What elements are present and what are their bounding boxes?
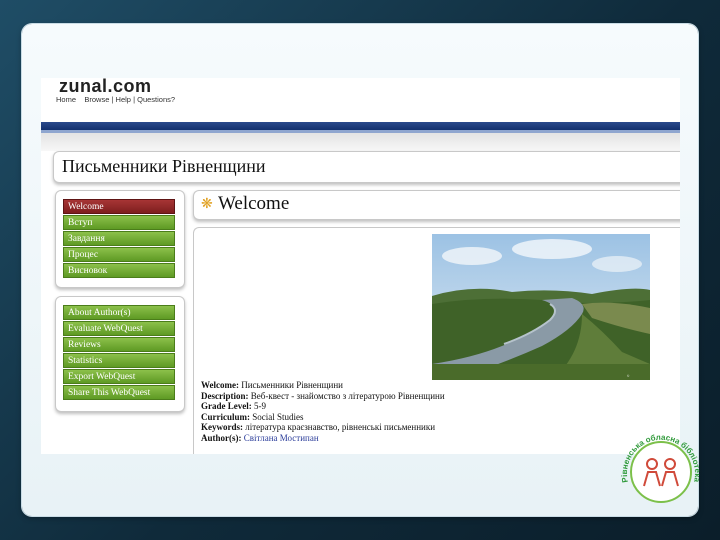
browser-screenshot: zunal.com Home Browse | Help | Questions…	[41, 78, 680, 454]
webquest-nav: Welcome Вступ Завдання Процес Висновок	[55, 190, 185, 288]
top-nav: Home Browse | Help | Questions?	[56, 95, 176, 104]
nav-item-process[interactable]: Процес	[63, 247, 175, 262]
welcome-label: Welcome:	[201, 380, 239, 390]
header-gray-band	[41, 133, 680, 151]
description-value: Веб-квест - знайомство з літературою Рів…	[250, 390, 445, 401]
welcome-header-box: ❋ Welcome	[193, 190, 680, 220]
nav-home-link[interactable]: Home	[56, 95, 76, 104]
nav-questions-link[interactable]: Questions?	[137, 95, 175, 104]
nav-item-task[interactable]: Завдання	[63, 231, 175, 246]
keywords-value: література краєзнавство, рівненські пись…	[245, 422, 436, 432]
tools-nav: About Author(s) Evaluate WebQuest Review…	[55, 296, 185, 412]
grade-value: 5-9	[254, 401, 266, 411]
author-label: Author(s):	[201, 432, 242, 443]
nav-item-conclusion[interactable]: Висновок	[63, 263, 175, 278]
welcome-heading: Welcome	[218, 193, 290, 214]
keywords-label: Keywords:	[201, 422, 243, 432]
curriculum-label: Curriculum:	[201, 411, 250, 422]
site-header: zunal.com Home Browse | Help | Questions…	[41, 78, 680, 122]
nav-help-link[interactable]: Help	[116, 95, 131, 104]
river-landscape-photo: ©	[432, 234, 650, 380]
header-blue-bar	[41, 122, 680, 130]
description-label: Description:	[201, 390, 249, 401]
welcome-content: © Welcome: Письменники Рівненщини Descri…	[193, 227, 680, 454]
author-link[interactable]: Світлана Мостипан	[244, 433, 319, 443]
page-title-box: Письменники Рівненщини	[53, 151, 680, 183]
nav-item-evaluate[interactable]: Evaluate WebQuest	[63, 321, 175, 336]
nav-item-welcome[interactable]: Welcome	[63, 199, 175, 214]
nav-item-introduction[interactable]: Вступ	[63, 215, 175, 230]
flower-icon: ❋	[201, 197, 213, 212]
nav-item-reviews[interactable]: Reviews	[63, 337, 175, 352]
webquest-info: Welcome: Письменники Рівненщини Descript…	[201, 380, 445, 443]
curriculum-value: Social Studies	[252, 411, 304, 422]
grade-label: Grade Level:	[201, 401, 252, 411]
nav-item-statistics[interactable]: Statistics	[63, 353, 175, 368]
nav-item-export[interactable]: Export WebQuest	[63, 369, 175, 384]
nav-item-about-authors[interactable]: About Author(s)	[63, 305, 175, 320]
nav-browse-link[interactable]: Browse	[84, 95, 109, 104]
nav-item-share[interactable]: Share This WebQuest	[63, 385, 175, 400]
welcome-value: Письменники Рівненщини	[241, 380, 343, 390]
library-logo-badge: Рівненська обласна бібліотека для дітей	[616, 420, 702, 503]
page-title: Письменники Рівненщини	[62, 156, 266, 176]
